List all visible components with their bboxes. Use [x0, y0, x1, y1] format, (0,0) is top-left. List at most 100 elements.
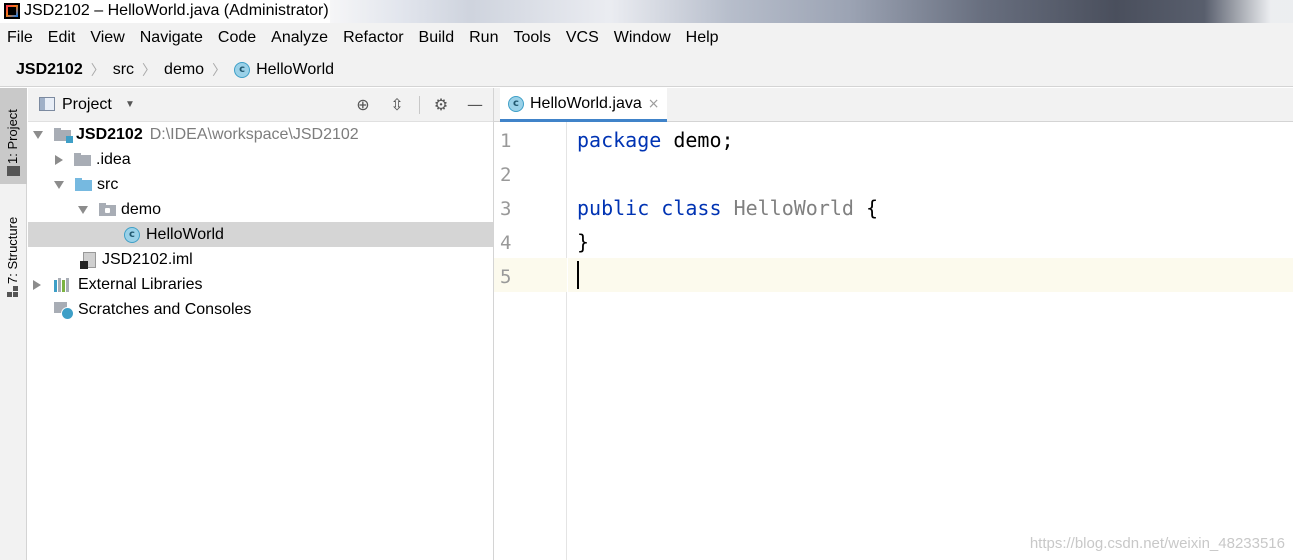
- close-brace: }: [577, 230, 590, 254]
- tree-node-iml[interactable]: JSD2102.iml: [28, 247, 493, 272]
- tree-node-label: .idea: [96, 150, 131, 168]
- menu-navigate[interactable]: Navigate: [140, 29, 203, 47]
- header-divider: [419, 96, 420, 114]
- breadcrumb-project[interactable]: JSD2102: [16, 61, 83, 79]
- collapse-arrow-icon[interactable]: [55, 154, 63, 165]
- minimize-icon[interactable]: —: [465, 95, 485, 115]
- menu-run[interactable]: Run: [469, 29, 498, 47]
- tree-node-idea[interactable]: .idea: [28, 147, 493, 172]
- tree-node-label: src: [97, 175, 119, 193]
- menu-code[interactable]: Code: [218, 29, 256, 47]
- blurred-background-region: [610, 0, 850, 23]
- folder-icon: [7, 166, 20, 176]
- java-class-icon: c: [234, 61, 251, 78]
- left-tool-window-strip: 1: Project 7: Structure: [0, 88, 27, 560]
- project-panel-header: Project ▼ ⊕ ⇳ ⚙ —: [28, 88, 493, 122]
- keyword-public: public: [577, 196, 650, 220]
- tree-node-src[interactable]: src: [28, 172, 493, 197]
- tree-node-project-root[interactable]: JSD2102 D:\IDEA\workspace\JSD2102: [28, 122, 493, 147]
- tree-node-external-libraries[interactable]: External Libraries: [28, 272, 493, 297]
- tree-node-label: HelloWorld: [146, 225, 224, 243]
- line-number: 5: [500, 266, 512, 288]
- menu-tools[interactable]: Tools: [513, 29, 550, 47]
- menu-vcs[interactable]: VCS: [566, 29, 599, 47]
- code-line-4: }: [577, 230, 589, 254]
- tree-node-demo[interactable]: demo: [28, 197, 493, 222]
- project-view-selector[interactable]: Project: [62, 96, 112, 114]
- menu-refactor[interactable]: Refactor: [343, 29, 403, 47]
- tool-tab-project[interactable]: 1: Project: [0, 88, 27, 184]
- blurred-background-region: [850, 0, 1293, 23]
- tool-tab-project-label: 1: Project: [5, 109, 20, 164]
- tree-node-scratches[interactable]: Scratches and Consoles: [28, 297, 493, 322]
- expand-arrow-icon[interactable]: [54, 180, 64, 189]
- line-number: 1: [500, 130, 512, 152]
- blurred-background-region: [470, 0, 610, 23]
- gear-icon[interactable]: ⚙: [431, 95, 451, 115]
- menu-help[interactable]: Help: [686, 29, 719, 47]
- menu-edit[interactable]: Edit: [48, 29, 76, 47]
- tree-node-path: D:\IDEA\workspace\JSD2102: [149, 125, 359, 143]
- project-tool-window: Project ▼ ⊕ ⇳ ⚙ — JSD2102 D:\IDEA\worksp…: [28, 88, 494, 560]
- collapse-all-icon[interactable]: ⇳: [387, 95, 407, 115]
- keyword-class: class: [661, 196, 722, 220]
- structure-icon: [7, 286, 19, 298]
- text-caret: [577, 261, 579, 289]
- java-class-icon: c: [124, 226, 140, 243]
- menu-view[interactable]: View: [90, 29, 124, 47]
- class-name: HelloWorld: [733, 196, 854, 220]
- code-editor: c HelloWorld.java × 1 2 3 4 5 package de…: [494, 88, 1293, 560]
- java-class-icon: c: [508, 95, 524, 112]
- expand-arrow-icon[interactable]: [78, 205, 88, 214]
- window-title: JSD2102 – HelloWorld.java (Administrator…: [24, 2, 329, 19]
- tree-node-label: External Libraries: [78, 275, 203, 293]
- scratches-icon: [54, 301, 74, 320]
- package-name: demo;: [661, 128, 734, 152]
- close-icon[interactable]: ×: [648, 96, 660, 112]
- editor-tab-bar: c HelloWorld.java ×: [494, 88, 1293, 122]
- library-icon: [54, 277, 72, 292]
- code-line-3: public class HelloWorld {: [577, 196, 878, 220]
- line-number: 3: [500, 198, 512, 220]
- chevron-down-icon[interactable]: ▼: [125, 99, 135, 110]
- line-number: 2: [500, 164, 512, 186]
- code-text-area[interactable]: package demo; public class HelloWorld { …: [568, 122, 1293, 560]
- tree-node-label: JSD2102.iml: [102, 250, 193, 268]
- source-folder-icon: [75, 178, 92, 191]
- breadcrumb-package[interactable]: demo: [164, 61, 204, 79]
- chevron-right-icon: 〉: [212, 61, 227, 78]
- window-title-bar: JSD2102 – HelloWorld.java (Administrator…: [0, 0, 1293, 23]
- code-line-1: package demo;: [577, 128, 734, 152]
- folder-icon: [74, 153, 91, 166]
- tool-tab-structure-label: 7: Structure: [5, 216, 20, 284]
- intellij-app-icon: [4, 3, 20, 19]
- menu-file[interactable]: File: [7, 29, 33, 47]
- menu-window[interactable]: Window: [614, 29, 671, 47]
- menu-analyze[interactable]: Analyze: [271, 29, 328, 47]
- collapse-arrow-icon[interactable]: [33, 279, 41, 290]
- line-number-gutter: 1 2 3 4 5: [494, 122, 567, 560]
- tree-node-label: demo: [121, 200, 162, 218]
- module-file-icon: [80, 251, 96, 269]
- keyword-package: package: [577, 128, 662, 152]
- locate-target-icon[interactable]: ⊕: [353, 95, 373, 115]
- breadcrumb: JSD2102 〉 src 〉 demo 〉 c HelloWorld: [0, 53, 1293, 87]
- menu-build[interactable]: Build: [419, 29, 455, 47]
- package-icon: [99, 203, 116, 216]
- editor-tab-label: HelloWorld.java: [530, 94, 642, 112]
- current-line-highlight: [568, 258, 1293, 292]
- tree-node-label: Scratches and Consoles: [78, 300, 252, 318]
- blurred-background-region: [330, 0, 470, 23]
- module-folder-icon: [54, 128, 73, 143]
- project-view-icon: [39, 97, 55, 111]
- expand-arrow-icon[interactable]: [33, 130, 43, 139]
- tree-node-helloworld[interactable]: c HelloWorld: [28, 222, 493, 247]
- chevron-right-icon: 〉: [90, 61, 105, 78]
- breadcrumb-class[interactable]: HelloWorld: [256, 61, 334, 79]
- breadcrumb-src[interactable]: src: [113, 61, 134, 79]
- tree-node-label: JSD2102: [76, 125, 143, 143]
- tool-tab-structure[interactable]: 7: Structure: [0, 200, 27, 300]
- line-number: 4: [500, 232, 512, 254]
- menu-bar: File Edit View Navigate Code Analyze Ref…: [0, 23, 1293, 53]
- editor-tab-helloworld[interactable]: c HelloWorld.java ×: [500, 88, 668, 122]
